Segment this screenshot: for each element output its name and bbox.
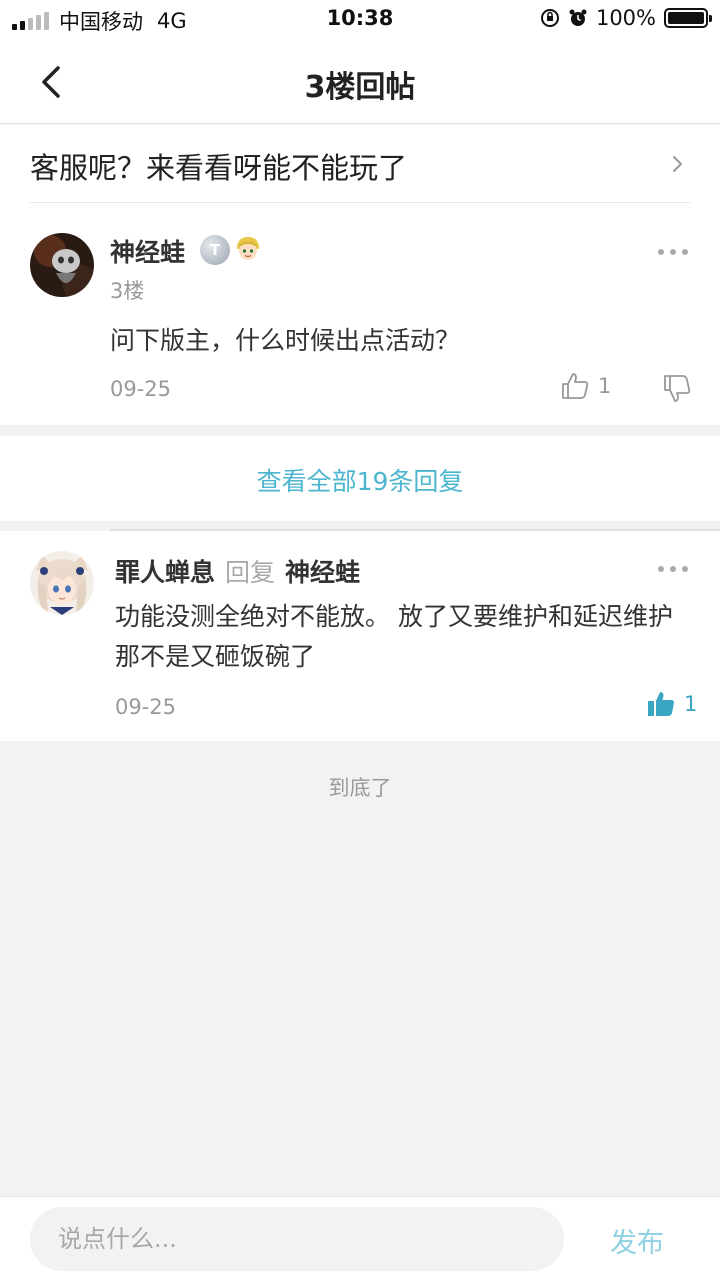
level-badge-icon: T bbox=[200, 235, 230, 265]
reply-content: 功能没测全绝对不能放。 放了又要维护和延迟维护那不是又砸饭碗了 bbox=[115, 602, 673, 671]
emoji-badge-icon bbox=[237, 237, 259, 260]
status-right: 100% bbox=[540, 6, 712, 30]
page-title: 3楼回帖 bbox=[304, 70, 416, 105]
reply-word: 回复 bbox=[225, 558, 276, 587]
view-all-replies[interactable]: 查看全部19条回复 bbox=[0, 436, 720, 521]
post-date: 09-25 bbox=[110, 377, 172, 401]
reply-detail-page: 中国移动 4G 10:38 100% 3楼回帖 客服呢？来看看呀能不能玩了 神经… bbox=[0, 0, 720, 1281]
avatar[interactable] bbox=[30, 551, 94, 615]
reply-target-username[interactable]: 神经蛙 bbox=[285, 553, 360, 589]
thumbs-up-filled-icon bbox=[648, 692, 674, 716]
battery-icon bbox=[664, 8, 712, 28]
reply-username[interactable]: 罪人蝉息 bbox=[115, 553, 215, 589]
view-all-replies-label[interactable]: 查看全部19条回复 bbox=[0, 462, 720, 498]
avatar[interactable] bbox=[30, 233, 94, 297]
floor-post: 神经蛙 T 3楼 问下版主，什么时候出点活动？ 09-25 1 bbox=[0, 205, 720, 425]
rotation-lock-icon bbox=[540, 9, 559, 27]
battery-percent: 100% bbox=[595, 6, 656, 30]
reply-date: 09-25 bbox=[115, 695, 177, 719]
more-options-icon[interactable] bbox=[658, 247, 688, 257]
post-content: 问下版主，什么时候出点活动？ bbox=[110, 326, 461, 355]
thread-link[interactable]: 客服呢？来看看呀能不能玩了 bbox=[0, 125, 720, 205]
floor-number: 3楼 bbox=[110, 279, 145, 303]
post-username[interactable]: 神经蛙 bbox=[110, 233, 185, 269]
alarm-icon bbox=[569, 9, 587, 26]
thumbs-up-icon bbox=[562, 373, 589, 399]
end-of-list-label: 到底了 bbox=[328, 776, 392, 800]
like-button[interactable]: 1 bbox=[560, 371, 611, 401]
comment-input[interactable] bbox=[30, 1207, 564, 1271]
publish-button[interactable]: 发布 bbox=[610, 1221, 664, 1260]
nav-bar: 3楼回帖 bbox=[0, 40, 720, 124]
thread-title[interactable]: 客服呢？来看看呀能不能玩了 bbox=[30, 145, 407, 187]
status-bar: 中国移动 4G 10:38 100% bbox=[0, 0, 720, 40]
like-count: 1 bbox=[598, 374, 612, 398]
like-button[interactable]: 1 bbox=[646, 689, 697, 719]
chevron-right-icon[interactable] bbox=[670, 151, 686, 177]
comment-bar: 发布 bbox=[0, 1196, 720, 1281]
thumbs-down-icon[interactable] bbox=[662, 373, 692, 405]
reply-item: 罪人蝉息 回复 神经蛙 功能没测全绝对不能放。 放了又要维护和延迟维护那不是又砸… bbox=[0, 531, 720, 741]
like-count: 1 bbox=[684, 692, 698, 716]
more-options-icon[interactable] bbox=[658, 564, 688, 574]
reply-header: 罪人蝉息 回复 神经蛙 bbox=[115, 553, 360, 589]
